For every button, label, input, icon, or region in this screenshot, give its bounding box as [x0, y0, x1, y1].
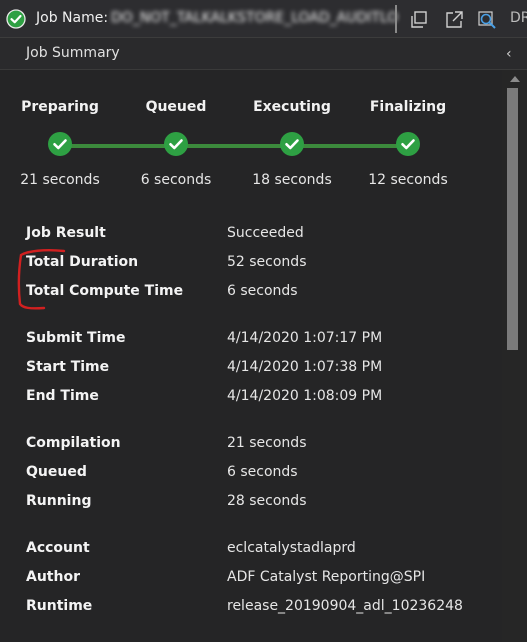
- queued-value: 6 seconds: [227, 464, 298, 480]
- scrollbar-thumb[interactable]: [507, 88, 518, 350]
- copy-icon[interactable]: [408, 9, 430, 31]
- step-duration: 18 seconds: [252, 172, 332, 188]
- open-external-icon[interactable]: [443, 9, 465, 31]
- start-time-value: 4/14/2020 1:07:38 PM: [227, 359, 383, 375]
- step-duration: 21 seconds: [20, 172, 100, 188]
- end-time-value: 4/14/2020 1:08:09 PM: [227, 388, 383, 404]
- author-value: ADF Catalyst Reporting@SPI: [227, 569, 426, 585]
- queued-label: Queued: [26, 464, 87, 480]
- step-name: Queued: [145, 99, 207, 115]
- runtime-label: Runtime: [26, 598, 93, 614]
- check-circle-icon: [6, 9, 26, 29]
- step-duration: 12 seconds: [368, 172, 448, 188]
- submit-time-label: Submit Time: [26, 330, 126, 346]
- check-circle-icon: [396, 132, 420, 156]
- job-summary-content: Preparing 21 seconds Queued 6 seconds Ex…: [0, 70, 502, 642]
- account-value: eclcatalystadlaprd: [227, 540, 356, 556]
- vertical-scrollbar[interactable]: [502, 70, 527, 642]
- toolbar-divider: [395, 5, 397, 33]
- job-result-value: Succeeded: [227, 225, 304, 241]
- panel-title: Job Summary: [26, 45, 120, 61]
- total-compute-value: 6 seconds: [227, 283, 298, 299]
- step-name: Preparing: [21, 99, 99, 115]
- total-duration-value: 52 seconds: [227, 254, 307, 270]
- submit-time-value: 4/14/2020 1:07:17 PM: [227, 330, 383, 346]
- compilation-label: Compilation: [26, 435, 121, 451]
- title-bar: Job Name: DO_NOT_TALKALKSTORE_LOAD_AUDIT…: [0, 0, 527, 38]
- job-name-value: DO_NOT_TALKALKSTORE_LOAD_AUDITLO: [111, 10, 399, 26]
- truncated-label: DR: [510, 10, 527, 26]
- step-duration: 6 seconds: [140, 172, 212, 188]
- running-label: Running: [26, 493, 92, 509]
- step-name: Finalizing: [369, 99, 447, 115]
- scroll-up-arrow-icon[interactable]: [510, 76, 520, 82]
- running-value: 28 seconds: [227, 493, 307, 509]
- step-name: Executing: [253, 99, 331, 115]
- red-bracket-annotation: [17, 249, 66, 310]
- progress-steps: Preparing 21 seconds Queued 6 seconds Ex…: [0, 70, 502, 200]
- job-result-label: Job Result: [26, 225, 106, 241]
- check-circle-icon: [164, 132, 188, 156]
- runtime-value: release_20190904_adl_10236248: [227, 598, 463, 614]
- compilation-value: 21 seconds: [227, 435, 307, 451]
- start-time-label: Start Time: [26, 359, 110, 375]
- progress-line: [60, 144, 410, 148]
- chevron-left-icon[interactable]: ‹: [506, 46, 512, 62]
- search-icon[interactable]: [476, 9, 498, 31]
- check-circle-icon: [48, 132, 72, 156]
- check-circle-icon: [280, 132, 304, 156]
- author-label: Author: [26, 569, 80, 585]
- end-time-label: End Time: [26, 388, 99, 404]
- account-label: Account: [26, 540, 90, 556]
- job-name-label: Job Name:: [36, 10, 109, 26]
- panel-header: Job Summary ‹: [0, 38, 527, 70]
